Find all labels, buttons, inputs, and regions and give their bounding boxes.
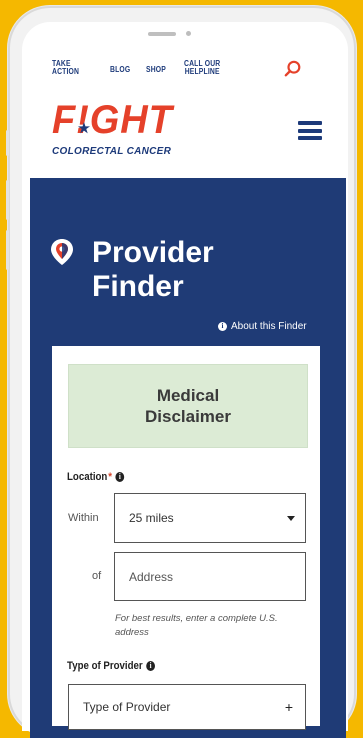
info-icon: i <box>218 322 227 331</box>
menu-icon[interactable] <box>298 121 322 140</box>
phone-speaker <box>148 32 176 36</box>
about-finder-link[interactable]: i About this Finder <box>218 321 307 332</box>
about-finder-label: About this Finder <box>231 321 307 332</box>
fight-crc-logo[interactable]: F!GHT COLORECTAL CANCER <box>52 100 179 157</box>
logo-wordmark: F!GHT <box>52 98 173 142</box>
address-placeholder: Address <box>129 569 174 584</box>
star-icon <box>78 122 90 134</box>
take-action-link[interactable]: TAKE ACTION <box>52 60 79 76</box>
phone-volume-up <box>6 180 9 220</box>
provider-info-icon[interactable]: i <box>146 661 155 671</box>
page-title: Provider Finder <box>92 236 214 303</box>
blog-link[interactable]: BLOG <box>110 66 130 74</box>
distance-select[interactable]: 25 miles <box>114 493 306 543</box>
provider-type-label-text: Type of Provider <box>67 660 143 672</box>
provider-type-select[interactable]: Type of Provider + <box>68 684 306 730</box>
required-mark: * <box>108 471 112 483</box>
provider-type-placeholder: Type of Provider <box>83 700 171 714</box>
provider-type-label: Type of Provider i <box>67 660 155 672</box>
address-hint: For best results, enter a complete U.S. … <box>115 613 278 638</box>
phone-camera <box>186 31 191 36</box>
of-label: of <box>92 570 102 582</box>
location-info-icon[interactable]: i <box>115 472 125 482</box>
location-label: Location * i <box>67 471 125 483</box>
distance-select-value: 25 miles <box>129 511 174 525</box>
phone-volume-down <box>6 230 9 270</box>
phone-side-button <box>6 130 9 156</box>
search-icon[interactable] <box>284 60 302 78</box>
medical-disclaimer-label: Medical Disclaimer <box>145 386 231 426</box>
chevron-down-icon <box>287 516 295 521</box>
logo-subtitle: COLORECTAL CANCER <box>52 146 172 157</box>
location-pin-icon <box>51 239 73 265</box>
medical-disclaimer-button[interactable]: Medical Disclaimer <box>68 364 308 448</box>
within-label: Within <box>68 512 99 524</box>
shop-link[interactable]: SHOP <box>146 66 166 74</box>
helpline-link[interactable]: CALL OUR HELPLINE <box>184 60 220 76</box>
plus-icon: + <box>284 699 293 715</box>
address-input[interactable]: Address <box>114 552 306 601</box>
location-label-text: Location <box>67 471 108 483</box>
